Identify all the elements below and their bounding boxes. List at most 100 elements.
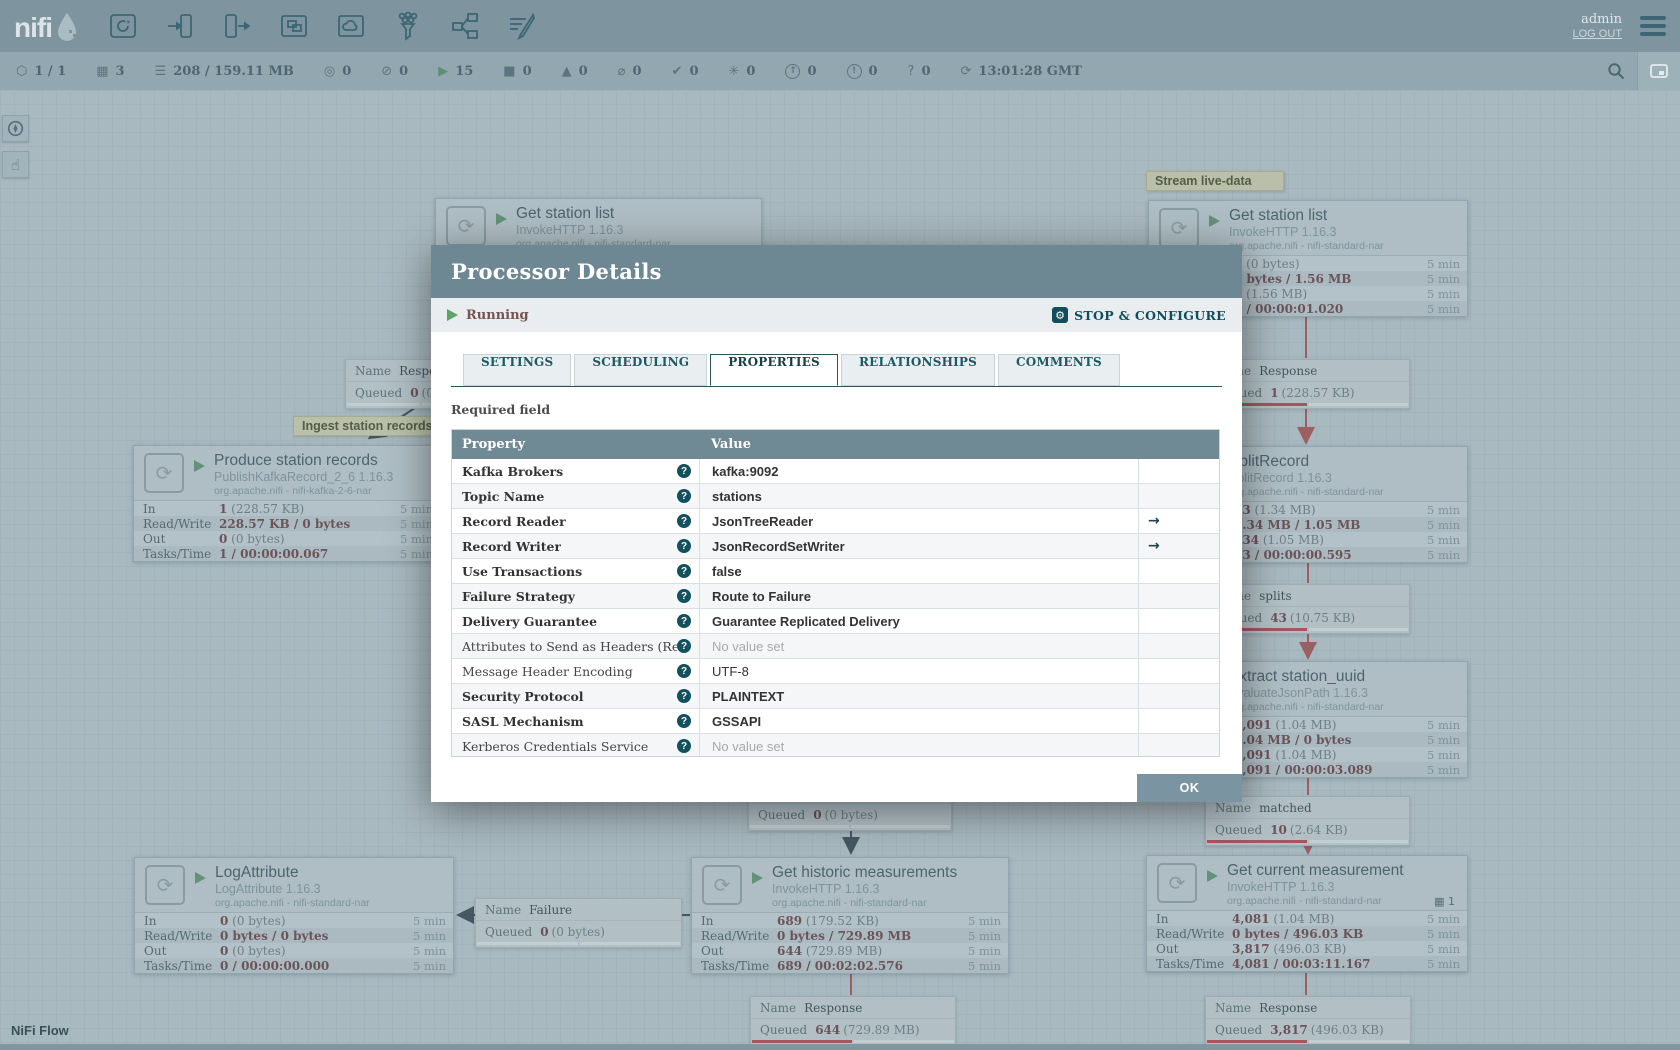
ok-button[interactable]: OK (1137, 774, 1242, 802)
help-icon[interactable]: ? (677, 689, 691, 703)
global-menu-icon[interactable] (1640, 16, 1666, 36)
nifi-app: nifi admin LOG OUT ⬡ 1 / 1 ▦ 3 ☰ 208 / 1… (0, 0, 1680, 1050)
help-icon[interactable]: ? (677, 514, 691, 528)
processor-produce-station-records[interactable]: ⟳ Produce station records PublishKafkaRe… (133, 445, 441, 562)
sync-failure-icon: ? (907, 63, 915, 79)
help-icon[interactable]: ? (677, 464, 691, 478)
processor-get-current-measurement[interactable]: ⟳ Get current measurement InvokeHTTP 1.1… (1146, 855, 1468, 972)
property-value[interactable]: GSSAPI (699, 709, 1138, 733)
help-icon[interactable]: ? (677, 639, 691, 653)
connection-queued-row: Queued 644 (729.89 MB) (760, 1022, 920, 1037)
help-icon[interactable]: ? (677, 489, 691, 503)
canvas-label-ingest-station-records[interactable]: Ingest station records (293, 416, 442, 436)
birdseye-toggle-icon[interactable] (1637, 52, 1680, 90)
running-icon: ▶ (438, 63, 449, 79)
help-icon[interactable]: ? (677, 714, 691, 728)
header-account-area: admin LOG OUT (1572, 12, 1680, 40)
properties-table: Property Value Kafka Brokers ? kafka:909… (451, 429, 1220, 757)
tab-scheduling[interactable]: SCHEDULING (574, 354, 708, 386)
property-value[interactable]: No value set (699, 734, 1138, 756)
input-port-component-icon[interactable] (164, 10, 196, 42)
help-icon[interactable]: ? (677, 739, 691, 753)
tab-settings[interactable]: SETTINGS (463, 354, 572, 386)
property-name: Kafka Brokers (462, 463, 564, 479)
property-value[interactable]: No value set (699, 634, 1138, 658)
processor-bundle: org.apache.nifi - nifi-standard-nar (1229, 240, 1384, 252)
stale-icon: ↑ (785, 63, 801, 79)
tab-relationships[interactable]: RELATIONSHIPS (840, 354, 996, 386)
process-group-component-icon[interactable] (278, 10, 310, 42)
processor-name: Get station list (1229, 207, 1328, 224)
running-icon (1207, 870, 1218, 882)
help-icon[interactable]: ? (677, 664, 691, 678)
property-value[interactable]: stations (699, 484, 1138, 508)
search-icon[interactable] (1595, 62, 1637, 80)
property-value[interactable]: kafka:9092 (699, 459, 1138, 483)
property-value[interactable]: false (699, 559, 1138, 583)
dialog-header: Processor Details (431, 245, 1242, 298)
property-value[interactable]: JsonRecordSetWriter (699, 534, 1138, 558)
running-status-label: Running (466, 307, 529, 323)
property-row: Kerberos Credentials Service ? No value … (452, 733, 1219, 756)
tab-properties[interactable]: PROPERTIES (710, 354, 838, 386)
label-component-icon[interactable] (506, 10, 538, 42)
processor-type: InvokeHTTP 1.16.3 (1227, 880, 1335, 894)
processor-name: Extract station_uuid (1229, 668, 1366, 685)
go-to-service-icon[interactable]: → (1148, 513, 1160, 529)
status-stale: ↑ 0 (785, 63, 817, 79)
funnel-component-icon[interactable] (392, 10, 424, 42)
running-icon (194, 460, 205, 472)
processor-bundle: org.apache.nifi - nifi-standard-nar (215, 897, 370, 909)
running-icon (195, 872, 206, 884)
stat-row-out: Out 0 (0 bytes) 5 min (134, 531, 440, 546)
processor-component-icon[interactable] (107, 10, 139, 42)
canvas-bottom-strip (0, 1044, 1680, 1050)
property-row: Attributes to Send as Headers (Regex) ? … (452, 633, 1219, 658)
breadcrumb[interactable]: NiFi Flow (11, 1023, 69, 1038)
property-value[interactable]: UTF-8 (699, 659, 1138, 683)
status-sync-failure-value: 0 (921, 63, 931, 79)
connection-name-row: Name Failure (476, 899, 681, 921)
status-refresh: ⟳ 13:01:28 GMT (961, 64, 1082, 79)
status-locally-modified-stale: ! 0 (846, 63, 878, 79)
logout-link[interactable]: LOG OUT (1572, 28, 1622, 40)
status-locally-modified-stale-value: 0 (868, 63, 878, 79)
help-icon[interactable]: ? (677, 539, 691, 553)
remote-process-group-component-icon[interactable] (335, 10, 367, 42)
status-invalid: ▲ 0 (562, 64, 588, 79)
processor-type: InvokeHTTP 1.16.3 (772, 882, 880, 896)
property-row: SASL Mechanism ? GSSAPI (452, 708, 1219, 733)
output-port-component-icon[interactable] (221, 10, 253, 42)
help-icon[interactable]: ? (677, 614, 691, 628)
navigate-palette-button[interactable] (2, 115, 29, 142)
go-to-service-icon[interactable]: → (1148, 538, 1160, 554)
help-icon[interactable]: ? (677, 564, 691, 578)
connection-queued-row: Queued 10 (2.64 KB) (1215, 822, 1348, 837)
help-icon[interactable]: ? (677, 589, 691, 603)
canvas-label-stream-live-data[interactable]: Stream live-data (1146, 171, 1284, 191)
processor-get-historic-measurements[interactable]: ⟳ Get historic measurements InvokeHTTP 1… (691, 857, 1009, 974)
app-header: nifi admin LOG OUT (0, 0, 1680, 52)
processor-log-attribute[interactable]: ⟳ LogAttribute LogAttribute 1.16.3 org.a… (134, 857, 454, 974)
stop-and-configure-button[interactable]: ⚙ STOP & CONFIGURE (1052, 307, 1226, 323)
status-threads-value: 3 (115, 63, 125, 79)
stat-row-read-write: Read/Write 0 bytes / 496.03 KB 5 min (1147, 926, 1467, 941)
required-field-note: Required field (451, 402, 551, 417)
connection-name-row: NameResponse (751, 997, 955, 1019)
connection-label-failure[interactable]: Name Failure Queued 0 (0 bytes) (475, 898, 682, 948)
connection-label-response-bottom-right[interactable]: Name Response Queued 3,817 (496.03 KB) (1205, 996, 1411, 1046)
property-value[interactable]: Guarantee Replicated Delivery (699, 609, 1138, 633)
processor-bundle: org.apache.nifi - nifi-standard-nar (772, 897, 927, 909)
connection-label-matched[interactable]: Name matched Queued 10 (2.64 KB) (1205, 796, 1410, 846)
stat-row-read-write: Read/Write 228.57 KB / 0 bytes 5 min (134, 516, 440, 531)
processor-name: Get current measurement (1227, 862, 1404, 879)
template-component-icon[interactable] (449, 10, 481, 42)
tab-comments[interactable]: COMMENTS (998, 354, 1120, 386)
property-name: Record Reader (462, 513, 566, 529)
connection-label-response-bottom-center[interactable]: Name Response Queued 644 (729.89 MB) (750, 996, 956, 1046)
operate-palette-button[interactable]: ☝ (2, 151, 29, 178)
property-value[interactable]: PLAINTEXT (699, 684, 1138, 708)
property-value[interactable]: JsonTreeReader (699, 509, 1138, 533)
property-value[interactable]: Route to Failure (699, 584, 1138, 608)
status-transmitting-value: 0 (342, 63, 352, 79)
